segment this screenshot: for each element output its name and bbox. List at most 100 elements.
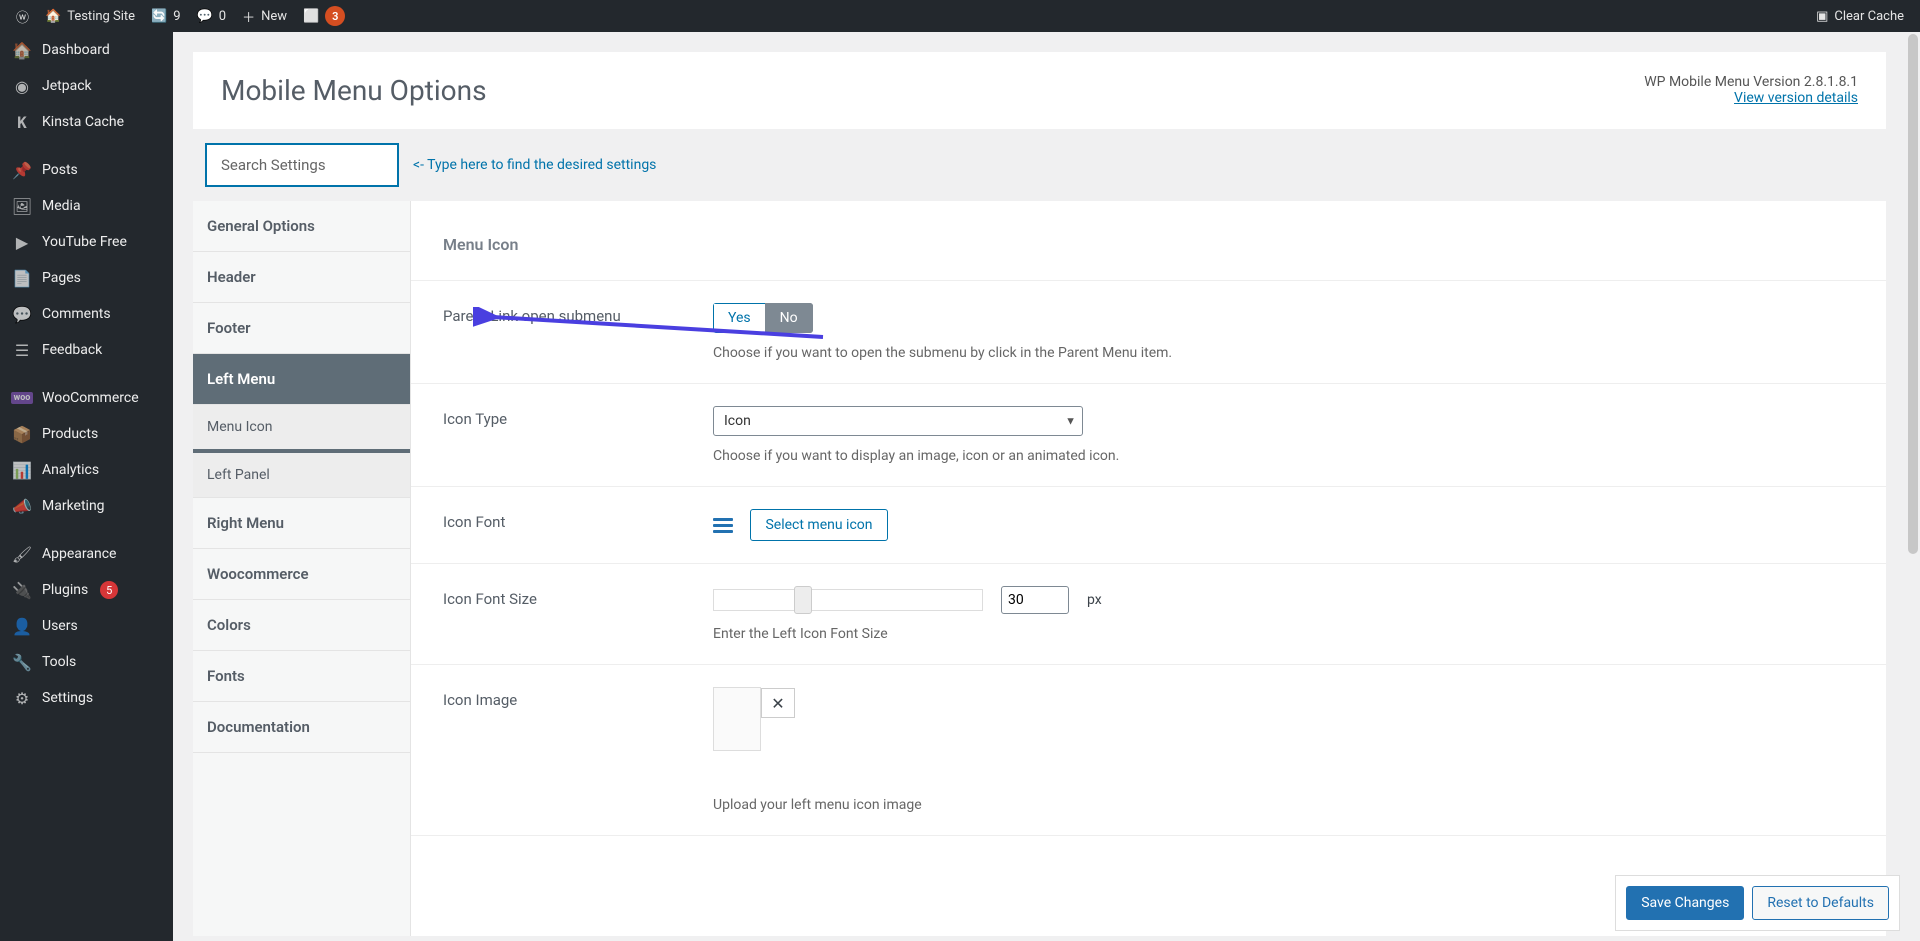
admin-bar: ⓦ 🏠Testing Site 🔄9 💬0 ＋New ⬜3 ▣Clear Cac… [0, 0, 1920, 32]
subtab-menu-icon[interactable]: Menu Icon [193, 405, 410, 453]
sidebar-item-label: Media [42, 198, 81, 214]
save-button[interactable]: Save Changes [1626, 886, 1744, 920]
field-helper: Choose if you want to display an image, … [713, 448, 1854, 464]
new-link[interactable]: ＋New [234, 0, 295, 32]
updates-count: 9 [173, 9, 180, 24]
sidebar-item-label: Plugins [42, 582, 88, 598]
appearance-icon: 🖌 [12, 544, 32, 564]
sidebar-item-settings[interactable]: ⚙Settings [0, 680, 173, 716]
chevron-down-icon: ▼ [1065, 415, 1076, 428]
version-details-link[interactable]: View version details [1734, 90, 1858, 106]
sidebar-item-plugins[interactable]: 🔌 Plugins 5 [0, 572, 173, 608]
tab-header[interactable]: Header [193, 252, 410, 303]
subtab-left-panel[interactable]: Left Panel [193, 453, 410, 498]
sidebar-item-tools[interactable]: 🔧 Tools [0, 644, 173, 680]
field-icon-font: Icon Font Select menu icon [411, 487, 1886, 564]
tab-general-options[interactable]: General Options [193, 201, 410, 252]
field-helper: Upload your left menu icon image [713, 797, 1854, 813]
slider-thumb[interactable] [794, 586, 812, 614]
version-text: WP Mobile Menu Version 2.8.1.8.1 [1644, 74, 1858, 90]
tools-icon: 🔧 [12, 652, 32, 672]
sidebar-item-comments[interactable]: 💬Comments [0, 296, 173, 332]
yoast-icon: ⬜ [303, 9, 319, 24]
reset-button[interactable]: Reset to Defaults [1752, 886, 1889, 920]
kinsta-cache-icon: K [12, 112, 32, 132]
settings-tabs: General OptionsHeaderFooterLeft MenuMenu… [193, 201, 411, 936]
font-size-slider[interactable] [713, 589, 983, 611]
select-value: Icon [724, 413, 751, 429]
wp-logo[interactable]: ⓦ [8, 0, 37, 32]
sidebar-item-kinsta-cache[interactable]: K Kinsta Cache [0, 104, 173, 140]
sidebar-item-youtube-free[interactable]: ▶YouTube Free [0, 224, 173, 260]
sidebar-item-label: Pages [42, 270, 81, 286]
plugins-icon: 🔌 [12, 580, 32, 600]
sidebar-item-posts[interactable]: 📌Posts [0, 152, 173, 188]
analytics-icon: 📊 [12, 460, 32, 480]
updates-link[interactable]: 🔄9 [143, 0, 189, 32]
tab-footer[interactable]: Footer [193, 303, 410, 354]
tab-fonts[interactable]: Fonts [193, 651, 410, 702]
sidebar-item-analytics[interactable]: 📊Analytics [0, 452, 173, 488]
toggle-yes[interactable]: Yes [713, 303, 765, 333]
posts-icon: 📌 [12, 160, 32, 180]
field-icon-image: Icon Image ✕ Upload your left menu icon … [411, 665, 1886, 836]
tab-documentation[interactable]: Documentation [193, 702, 410, 753]
comment-icon: 💬 [197, 9, 213, 24]
dashboard-icon: 🏠 [12, 40, 32, 60]
marketing-icon: 📣 [12, 496, 32, 516]
select-menu-icon-button[interactable]: Select menu icon [750, 509, 887, 541]
jetpack-icon: ◉ [12, 76, 32, 96]
remove-image-button[interactable]: ✕ [761, 688, 795, 718]
sidebar-item-label: Kinsta Cache [42, 114, 124, 130]
cache-icon: ▣ [1816, 9, 1828, 24]
sidebar-item-label: Marketing [42, 498, 105, 514]
sidebar-item-products[interactable]: 📦Products [0, 416, 173, 452]
sidebar-item-label: Tools [42, 654, 76, 670]
clear-cache-button[interactable]: ▣Clear Cache [1808, 0, 1912, 32]
yoast-link[interactable]: ⬜3 [295, 0, 353, 32]
font-size-input[interactable] [1001, 586, 1069, 614]
scrollbar-thumb[interactable] [1908, 34, 1918, 554]
badge: 5 [100, 581, 118, 599]
pages-icon: 📄 [12, 268, 32, 288]
sidebar-item-dashboard[interactable]: 🏠 Dashboard [0, 32, 173, 68]
field-icon-font-size: Icon Font Size px Enter the Left Icon Fo… [411, 564, 1886, 665]
sidebar-item-pages[interactable]: 📄 Pages [0, 260, 173, 296]
field-label: Icon Font [443, 509, 713, 531]
sidebar-item-feedback[interactable]: ☰Feedback [0, 332, 173, 368]
sidebar-item-appearance[interactable]: 🖌 Appearance [0, 536, 173, 572]
wordpress-icon: ⓦ [16, 7, 29, 26]
scrollbar[interactable] [1906, 32, 1920, 941]
version-info: WP Mobile Menu Version 2.8.1.8.1 View ve… [1644, 74, 1858, 106]
sidebar-item-label: Dashboard [42, 42, 110, 58]
page-title: Mobile Menu Options [221, 74, 487, 107]
sidebar-item-label: Users [42, 618, 78, 634]
field-helper: Choose if you want to open the submenu b… [713, 345, 1854, 361]
image-upload-box[interactable]: ✕ [713, 687, 761, 751]
sidebar-item-jetpack[interactable]: ◉Jetpack [0, 68, 173, 104]
toggle-no[interactable]: No [765, 303, 813, 333]
sidebar-item-media[interactable]: 🖼Media [0, 188, 173, 224]
search-input[interactable] [205, 143, 399, 187]
tab-right-menu[interactable]: Right Menu [193, 498, 410, 549]
sidebar-item-label: Appearance [42, 546, 116, 562]
sidebar-item-marketing[interactable]: 📣 Marketing [0, 488, 173, 524]
comments-link[interactable]: 💬0 [189, 0, 235, 32]
field-label: Icon Font Size [443, 586, 713, 608]
field-label: Parent Link open submenu [443, 303, 713, 325]
close-icon: ✕ [771, 694, 784, 713]
icon-type-select[interactable]: Icon ▼ [713, 406, 1083, 436]
refresh-icon: 🔄 [151, 9, 167, 24]
sidebar-item-label: Feedback [42, 342, 102, 358]
sidebar-item-label: WooCommerce [42, 390, 139, 406]
tab-left-menu[interactable]: Left Menu [193, 354, 410, 405]
sidebar-item-woocommerce[interactable]: wooWooCommerce [0, 380, 173, 416]
footer-actions: Save Changes Reset to Defaults [1615, 875, 1900, 931]
toggle-parent-link: Yes No [713, 303, 813, 333]
youtube-free-icon: ▶ [12, 232, 32, 252]
field-helper: Enter the Left Icon Font Size [713, 626, 1854, 642]
sidebar-item-users[interactable]: 👤Users [0, 608, 173, 644]
tab-woocommerce[interactable]: Woocommerce [193, 549, 410, 600]
site-name-link[interactable]: 🏠Testing Site [37, 0, 143, 32]
tab-colors[interactable]: Colors [193, 600, 410, 651]
